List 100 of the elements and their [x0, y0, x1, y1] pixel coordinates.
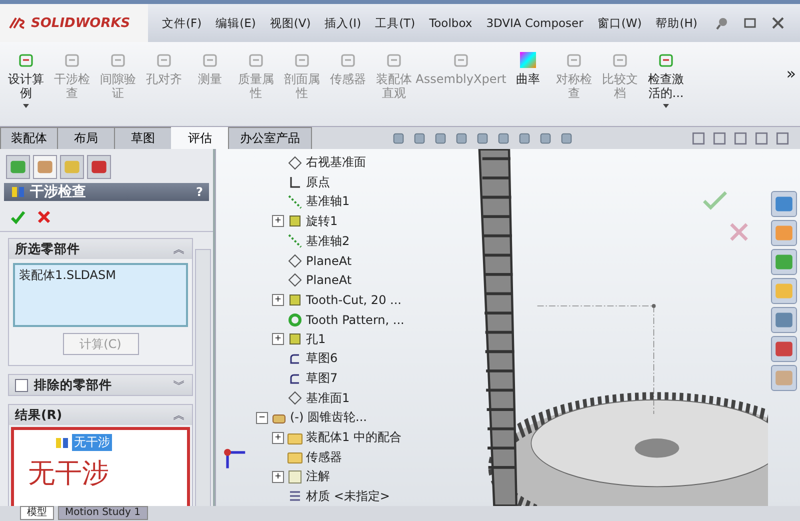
panel-tab-icon[interactable] — [60, 155, 84, 179]
window-control-icon[interactable] — [712, 130, 727, 146]
ok-icon[interactable] — [10, 209, 26, 225]
tree-item[interactable]: 草图7 — [306, 370, 338, 388]
checkbox[interactable] — [15, 378, 28, 392]
tree-item[interactable]: 基准面1 — [306, 390, 350, 407]
ribbon-tab[interactable]: 评估 — [171, 127, 229, 149]
ribbon-tab[interactable]: 装配体 — [0, 127, 58, 149]
tree-item[interactable]: Tooth-Cut, 20 ... — [306, 293, 402, 308]
axis-triad-icon — [223, 448, 247, 470]
tree-item[interactable]: 材质 <未指定> — [306, 488, 390, 505]
view-tool-icon[interactable] — [391, 130, 406, 146]
view-tool-icon[interactable] — [559, 130, 574, 146]
section-header[interactable]: 排除的零部件 ︾ — [9, 375, 192, 395]
panel-tab-icon[interactable] — [33, 155, 57, 179]
view-tool-icon[interactable] — [454, 130, 469, 146]
collapse-button[interactable]: ︽ — [173, 240, 186, 258]
task-pane-icon[interactable] — [771, 365, 797, 391]
task-pane-icon[interactable] — [771, 336, 797, 362]
cancel-icon[interactable] — [728, 221, 750, 243]
tree-item[interactable]: 基准轴2 — [306, 232, 350, 250]
expand-toggle[interactable]: + — [272, 470, 284, 483]
toolbar-button[interactable]: 检查激活的... — [644, 50, 688, 111]
ribbon-tab[interactable]: 布局 — [57, 127, 115, 149]
menu-item[interactable]: 视图(V) — [270, 16, 311, 30]
view-tool-icon[interactable] — [475, 130, 490, 146]
close-icon[interactable] — [771, 16, 786, 30]
window-control-icon[interactable] — [691, 130, 706, 146]
gradient-icon — [518, 50, 538, 70]
tree-item[interactable]: 基准轴1 — [306, 193, 350, 210]
section-header[interactable]: 结果(R) ︽ — [9, 405, 192, 425]
tree-item[interactable]: PlaneAt — [306, 273, 352, 288]
task-pane-icon[interactable] — [771, 307, 797, 333]
tree-item[interactable]: 传感器 — [306, 448, 342, 466]
tree-item[interactable]: 装配体1 中的配合 — [306, 429, 402, 446]
expand-toggle[interactable]: + — [272, 333, 284, 346]
expand-toggle[interactable]: − — [256, 412, 268, 424]
collapse-button[interactable]: ︽ — [173, 406, 186, 424]
expand-toggle[interactable]: + — [272, 294, 284, 306]
menu-item[interactable]: 编辑(E) — [216, 16, 256, 30]
task-pane-icon[interactable] — [771, 191, 797, 217]
menu-item[interactable]: 文件(F) — [162, 16, 202, 30]
model-tab[interactable]: 模型 — [20, 506, 54, 520]
list-item[interactable]: 装配体1.SLDASM — [19, 267, 182, 284]
menu-item[interactable]: 3DVIA Composer — [486, 16, 584, 30]
task-pane-icon[interactable] — [771, 249, 797, 275]
axis-icon — [287, 233, 303, 250]
section-header[interactable]: 所选零部件 ︽ — [9, 239, 192, 259]
tree-item[interactable]: 孔1 — [306, 330, 326, 348]
view-tool-icon[interactable] — [538, 130, 553, 146]
view-tool-icon[interactable] — [433, 130, 448, 146]
model-tab[interactable]: Motion Study 1 — [58, 506, 148, 520]
restore-icon[interactable] — [743, 16, 758, 30]
menu-item[interactable]: Toolbox — [429, 16, 472, 30]
panel-tab-icon[interactable] — [6, 155, 30, 179]
tree-item[interactable]: (-) 圆锥齿轮... — [290, 409, 367, 426]
view-tool-icon[interactable] — [412, 130, 427, 146]
tree-item[interactable]: 原点 — [306, 174, 330, 191]
task-pane-icon[interactable] — [771, 220, 797, 246]
interference-icon — [10, 184, 26, 200]
window-control-icon[interactable] — [733, 130, 748, 146]
ribbon-tab[interactable]: 办公室产品 — [228, 127, 312, 149]
view-tool-icon[interactable] — [496, 130, 511, 146]
tree-item[interactable]: Tooth Pattern, ... — [306, 312, 404, 327]
tree-item[interactable]: 旋转1 — [306, 212, 338, 230]
window-control-icon[interactable] — [775, 130, 790, 146]
ribbon-tab[interactable]: 草图 — [114, 127, 172, 149]
app-logo: SOLIDWORKS — [0, 4, 148, 42]
menu-item[interactable]: 工具(T) — [375, 16, 416, 30]
task-pane-icon[interactable] — [771, 278, 797, 304]
toolbar-button[interactable]: 设计算例 — [4, 50, 48, 111]
expand-toggle[interactable]: + — [272, 432, 284, 444]
help-button[interactable]: ? — [196, 185, 203, 199]
tree-item[interactable]: PlaneAt — [306, 254, 352, 268]
toolbar-button[interactable]: 曲率 — [506, 50, 550, 86]
menu-item[interactable]: 窗口(W) — [597, 16, 642, 30]
axis-icon — [287, 194, 303, 210]
result-annotation: 无干涉 — [27, 457, 110, 491]
menu-item[interactable]: 插入(I) — [324, 16, 362, 30]
cancel-icon[interactable] — [36, 209, 52, 225]
scrollbar[interactable] — [195, 249, 211, 506]
tree-item[interactable]: 注解 — [306, 468, 330, 486]
pattern-icon — [287, 312, 303, 328]
component-list[interactable]: 装配体1.SLDASM — [13, 263, 188, 327]
window-control-icon[interactable] — [754, 130, 769, 146]
tree-item[interactable]: 草图6 — [306, 350, 338, 368]
tree-item[interactable]: 右视基准面 — [306, 154, 366, 172]
overflow-button[interactable]: » — [786, 64, 796, 83]
expand-toggle[interactable]: + — [272, 215, 284, 228]
feature-icon — [287, 213, 303, 230]
view-tool-icon[interactable] — [517, 130, 532, 146]
feature-icon — [287, 292, 303, 308]
plane-icon — [287, 390, 303, 406]
panel-title: 干涉检查 — [30, 183, 87, 201]
menu-item[interactable]: 帮助(H) — [656, 16, 698, 30]
ok-icon[interactable] — [702, 189, 728, 211]
expand-button[interactable]: ︾ — [173, 376, 186, 394]
plane-icon — [287, 272, 303, 288]
plane-icon — [287, 252, 303, 269]
panel-tab-icon[interactable] — [87, 155, 111, 179]
